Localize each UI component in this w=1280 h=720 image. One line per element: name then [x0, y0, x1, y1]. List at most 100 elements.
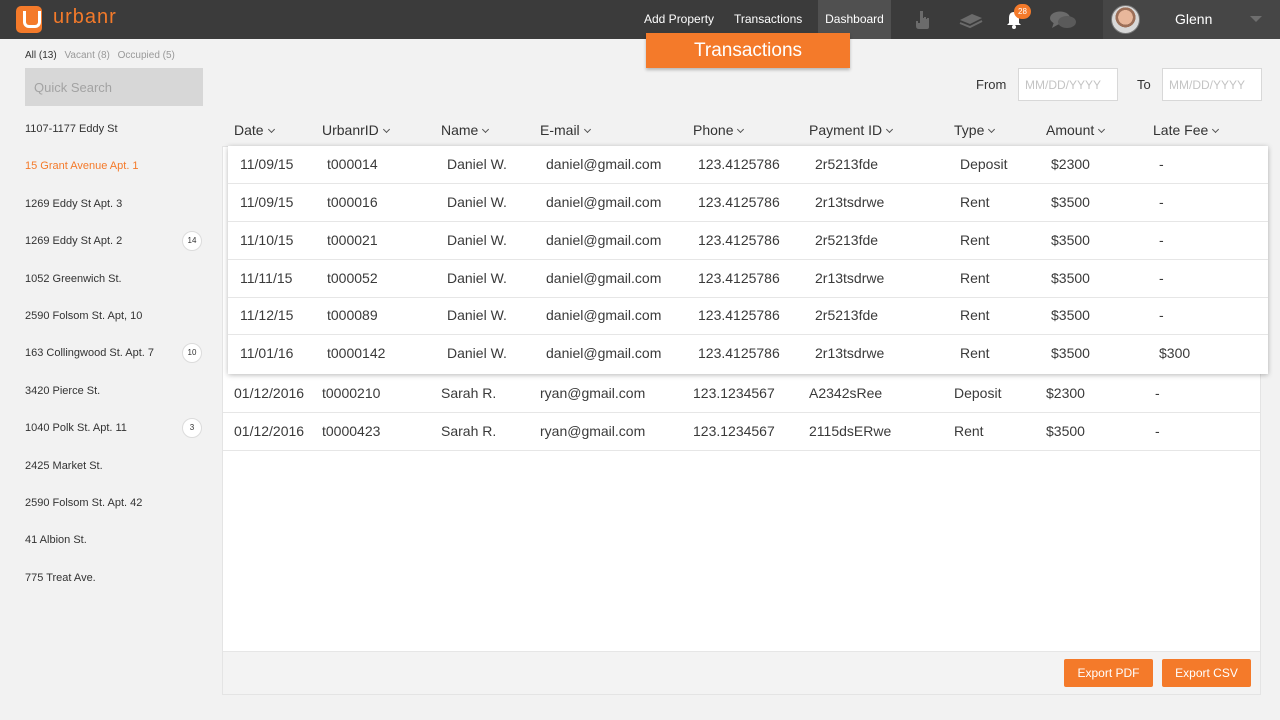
to-date-input[interactable]: [1162, 68, 1262, 101]
notification-count-badge: 28: [1014, 4, 1031, 19]
column-header[interactable]: UrbanrID: [322, 122, 390, 138]
quick-search-input[interactable]: [25, 68, 203, 106]
table-cell: 11/01/16: [240, 345, 294, 361]
table-cell: 11/12/15: [240, 307, 294, 323]
table-cell: -: [1159, 232, 1164, 248]
table-cell: daniel@gmail.com: [546, 232, 662, 248]
column-header[interactable]: Type: [954, 122, 996, 138]
table-cell: 2r13tsdrwe: [815, 345, 885, 361]
column-header-label: Payment ID: [809, 122, 883, 138]
table-cell: -: [1159, 307, 1164, 323]
column-header[interactable]: Phone: [693, 122, 745, 138]
export-pdf-button[interactable]: Export PDF: [1064, 659, 1153, 687]
table-cell: -: [1155, 423, 1160, 439]
table-cell: Daniel W.: [447, 307, 507, 323]
table-cell: 11/11/15: [240, 270, 293, 286]
property-filters: All (13) Vacant (8) Occupied (5): [25, 50, 180, 61]
table-cell: daniel@gmail.com: [546, 270, 662, 286]
from-date-input[interactable]: [1018, 68, 1118, 101]
urbanr-logo-icon[interactable]: [16, 6, 42, 33]
chevron-down-icon: [583, 125, 591, 134]
table-cell: Sarah R.: [441, 385, 497, 401]
table-cell: 2r5213fde: [815, 307, 879, 323]
table-cell: daniel@gmail.com: [546, 307, 662, 323]
column-header-label: Phone: [693, 122, 734, 138]
sidebar-property-item[interactable]: 2425 Market St.: [25, 460, 103, 472]
expanded-transaction-group: [228, 146, 1268, 374]
chevron-down-icon: [737, 125, 745, 134]
column-header[interactable]: E-mail: [540, 122, 591, 138]
table-cell: 11/10/15: [240, 232, 294, 248]
row-divider: [228, 334, 1268, 335]
sidebar-property-item[interactable]: 41 Albion St.: [25, 534, 87, 546]
table-cell: Daniel W.: [447, 232, 507, 248]
filter-vacant[interactable]: Vacant (8): [64, 50, 109, 61]
column-header[interactable]: Date: [234, 122, 275, 138]
column-header[interactable]: Payment ID: [809, 122, 894, 138]
to-label: To: [1137, 77, 1151, 92]
top-navigation-bar: [0, 0, 1280, 39]
table-cell: Rent: [954, 423, 984, 439]
table-cell: $3500: [1051, 232, 1090, 248]
column-header-label: E-mail: [540, 122, 580, 138]
row-divider: [223, 412, 1260, 413]
column-header[interactable]: Amount: [1046, 122, 1106, 138]
filter-all[interactable]: All (13): [25, 50, 57, 61]
table-cell: 11/09/15: [240, 194, 294, 210]
table-cell: Rent: [960, 270, 990, 286]
table-cell: 123.1234567: [693, 385, 775, 401]
table-cell: t0000142: [327, 345, 386, 361]
avatar[interactable]: [1111, 5, 1140, 34]
chevron-down-icon: [267, 125, 275, 134]
table-cell: t000052: [327, 270, 378, 286]
property-badge: 14: [182, 231, 202, 251]
sidebar-property-item[interactable]: 1269 Eddy St Apt. 2: [25, 235, 122, 247]
table-cell: $3500: [1051, 307, 1090, 323]
sidebar-property-item[interactable]: 1107-1177 Eddy St: [25, 123, 118, 135]
column-header-label: Type: [954, 122, 985, 138]
table-cell: t000021: [327, 232, 378, 248]
table-cell: -: [1159, 270, 1164, 286]
column-header[interactable]: Name: [441, 122, 490, 138]
sidebar-property-item[interactable]: 775 Treat Ave.: [25, 572, 96, 584]
money-icon[interactable]: [958, 11, 984, 29]
table-cell: 2r5213fde: [815, 156, 879, 172]
hand-pointer-icon[interactable]: [914, 10, 930, 30]
table-cell: 2r13tsdrwe: [815, 270, 885, 286]
row-divider: [228, 259, 1268, 260]
table-cell: 123.4125786: [698, 270, 780, 286]
table-cell: -: [1159, 194, 1164, 210]
table-cell: 123.1234567: [693, 423, 775, 439]
table-cell: 01/12/2016: [234, 423, 305, 439]
table-cell: 2r13tsdrwe: [815, 194, 885, 210]
chevron-down-icon: [886, 125, 894, 134]
table-cell: Rent: [960, 232, 990, 248]
column-header-label: Amount: [1046, 122, 1095, 138]
sidebar-property-item[interactable]: 2590 Folsom St. Apt. 42: [25, 497, 142, 509]
sidebar-property-item[interactable]: 1052 Greenwich St.: [25, 273, 122, 285]
table-cell: 2r5213fde: [815, 232, 879, 248]
sidebar-property-item[interactable]: 1040 Polk St. Apt. 11: [25, 422, 127, 434]
sidebar-property-item[interactable]: 2590 Folsom St. Apt, 10: [25, 310, 142, 322]
table-cell: $3500: [1051, 345, 1090, 361]
sidebar-property-item[interactable]: 3420 Pierce St.: [25, 385, 100, 397]
from-label: From: [976, 77, 1007, 92]
table-cell: Rent: [960, 194, 990, 210]
sidebar-property-item[interactable]: 1269 Eddy St Apt. 3: [25, 198, 122, 210]
filter-occupied[interactable]: Occupied (5): [118, 50, 175, 61]
sidebar-property-item[interactable]: 15 Grant Avenue Apt. 1: [25, 160, 139, 172]
export-csv-button[interactable]: Export CSV: [1162, 659, 1251, 687]
table-cell: daniel@gmail.com: [546, 156, 662, 172]
column-header-label: Date: [234, 122, 264, 138]
table-cell: ryan@gmail.com: [540, 423, 646, 439]
column-header[interactable]: Late Fee: [1153, 122, 1220, 138]
chat-icon[interactable]: [1049, 10, 1077, 30]
table-cell: 01/12/2016: [234, 385, 305, 401]
table-cell: 11/09/15: [240, 156, 294, 172]
app-logo-text[interactable]: urbanr: [53, 6, 117, 29]
table-cell: A2342sRee: [809, 385, 883, 401]
row-divider: [228, 221, 1268, 222]
sidebar-property-item[interactable]: 163 Collingwood St. Apt. 7: [25, 347, 154, 359]
chevron-down-icon[interactable]: [1250, 16, 1262, 22]
user-name[interactable]: Glenn: [1175, 11, 1212, 27]
